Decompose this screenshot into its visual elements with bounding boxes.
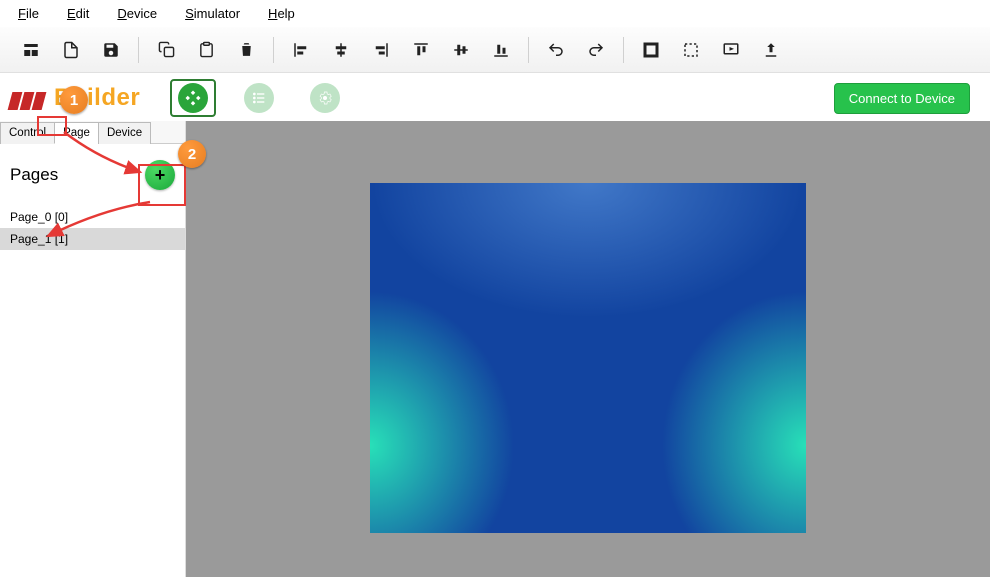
toolbar [0,27,990,73]
sidebar-tabs: Control Page Device [0,121,185,144]
highlight-add-button [138,164,186,206]
preview-button[interactable] [712,31,750,69]
select-area-button[interactable] [672,31,710,69]
device-screen[interactable] [370,183,806,533]
connect-device-button[interactable]: Connect to Device [834,83,970,114]
panel-title: Pages [10,165,58,185]
view-list-button[interactable] [236,79,282,117]
align-top-button[interactable] [402,31,440,69]
upload-button[interactable] [752,31,790,69]
page-list-item[interactable]: Page_0 [0] [0,206,185,228]
delete-button[interactable] [227,31,265,69]
brand-row: Builder Connect to Device [0,73,990,121]
open-button[interactable] [52,31,90,69]
align-right-button[interactable] [362,31,400,69]
logo-icon [10,86,48,110]
sidebar-tab-device[interactable]: Device [98,122,151,144]
paste-button[interactable] [187,31,225,69]
copy-button[interactable] [147,31,185,69]
menu-simulator[interactable]: Simulator [185,6,240,21]
callout-step-1: 1 [60,86,88,114]
frame-button[interactable] [632,31,670,69]
redo-button[interactable] [577,31,615,69]
page-list: Page_0 [0] Page_1 [1] [0,206,185,250]
callout-step-2: 2 [178,140,206,168]
menu-device[interactable]: Device [117,6,157,21]
new-project-button[interactable] [12,31,50,69]
align-left-button[interactable] [282,31,320,69]
menu-help[interactable]: Help [268,6,295,21]
save-button[interactable] [92,31,130,69]
menu-file[interactable]: File [18,6,39,21]
view-design-button[interactable] [170,79,216,117]
view-settings-button[interactable] [302,79,348,117]
align-vcenter-button[interactable] [442,31,480,69]
align-hcenter-button[interactable] [322,31,360,69]
highlight-page-tab [37,116,67,136]
menu-edit[interactable]: Edit [67,6,89,21]
canvas-area[interactable] [186,121,990,577]
page-list-item[interactable]: Page_1 [1] [0,228,185,250]
menu-bar: File Edit Device Simulator Help [0,0,990,27]
undo-button[interactable] [537,31,575,69]
align-bottom-button[interactable] [482,31,520,69]
